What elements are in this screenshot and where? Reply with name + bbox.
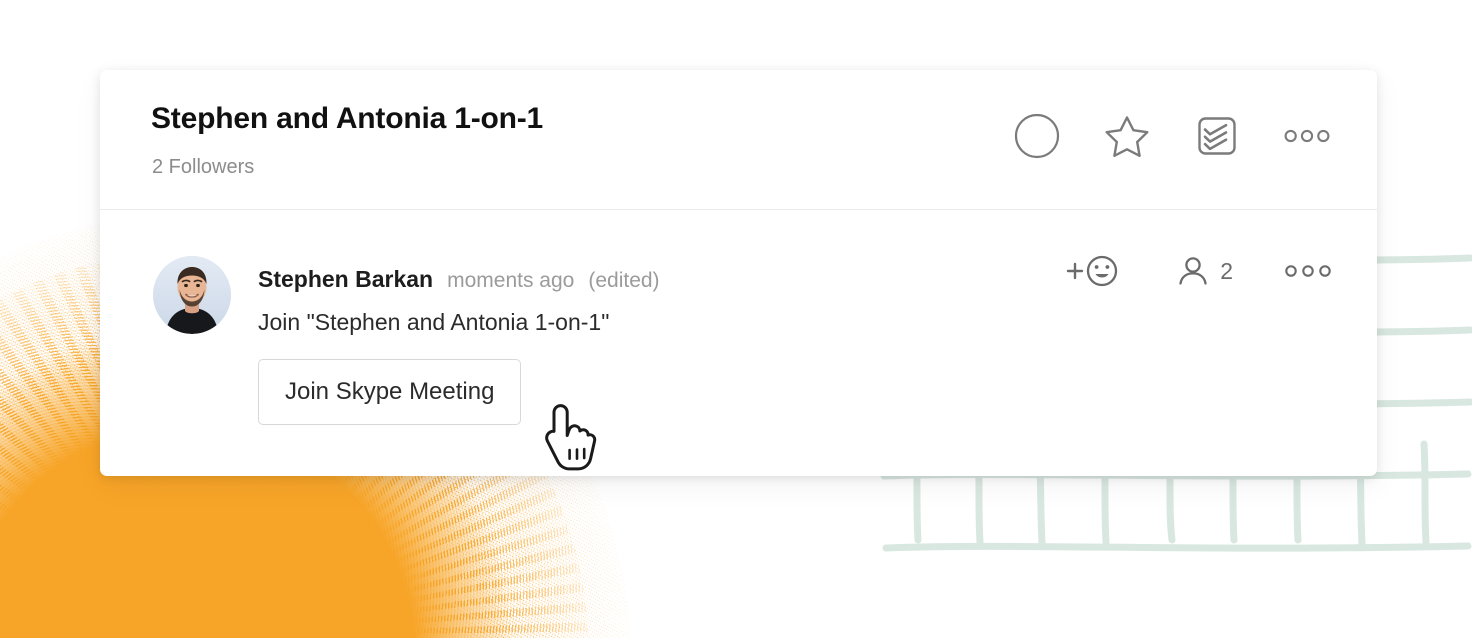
tasks-list-icon bbox=[1198, 117, 1236, 155]
avatar[interactable] bbox=[153, 256, 231, 334]
people-icon bbox=[1179, 257, 1207, 285]
card-header: Stephen and Antonia 1-on-1 2 Followers bbox=[100, 70, 1377, 210]
header-more-options-button[interactable] bbox=[1283, 112, 1331, 160]
more-options-icon bbox=[1284, 129, 1330, 143]
more-options-icon bbox=[1285, 265, 1331, 277]
message-more-options-button[interactable] bbox=[1283, 262, 1333, 280]
message-timestamp: moments ago bbox=[447, 269, 575, 292]
favorite-button[interactable] bbox=[1103, 112, 1151, 160]
status-circle-button[interactable] bbox=[1013, 112, 1061, 160]
followers-count: 2 Followers bbox=[152, 156, 255, 178]
add-reaction-button[interactable] bbox=[1064, 254, 1126, 288]
people-count: 2 bbox=[1220, 257, 1233, 284]
avatar-photo bbox=[153, 256, 231, 334]
message-text: Join "Stephen and Antonia 1-on-1" bbox=[258, 309, 610, 335]
message-body: Stephen Barkan moments ago (edited) Join… bbox=[258, 266, 1357, 425]
header-actions bbox=[1013, 112, 1331, 160]
tasks-list-button[interactable] bbox=[1193, 112, 1241, 160]
join-skype-meeting-button[interactable]: Join Skype Meeting bbox=[258, 359, 522, 425]
add-reaction-icon bbox=[1067, 255, 1118, 287]
circle-icon bbox=[1014, 113, 1060, 159]
message-people-button[interactable]: 2 bbox=[1176, 254, 1233, 288]
message-edited-badge: (edited) bbox=[588, 269, 660, 292]
page-title: Stephen and Antonia 1-on-1 bbox=[151, 102, 544, 135]
message-author: Stephen Barkan bbox=[258, 266, 434, 292]
star-icon bbox=[1105, 116, 1149, 157]
message-actions: 2 bbox=[1064, 254, 1333, 288]
conversation-card: Stephen and Antonia 1-on-1 2 Followers S… bbox=[100, 70, 1377, 476]
